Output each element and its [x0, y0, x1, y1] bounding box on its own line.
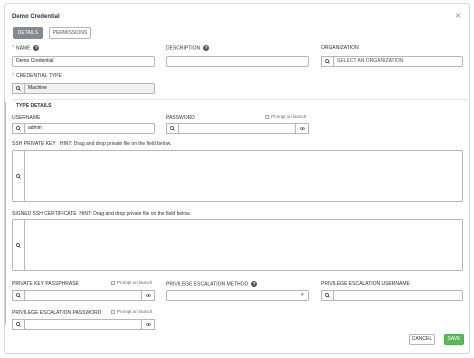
search-icon — [16, 173, 21, 179]
description-input[interactable] — [166, 56, 309, 67]
password-input[interactable] — [178, 123, 296, 134]
show-password-button[interactable] — [295, 123, 309, 134]
tab-permissions[interactable]: PERMISSIONS — [49, 27, 91, 39]
type-details-heading: TYPE DETAILS — [16, 103, 52, 109]
signed-ssh-certificate-label: SIGNED SSH CERTIFICATE HINT: Drag and dr… — [12, 211, 191, 217]
privilege-escalation-username-input[interactable] — [333, 290, 463, 301]
checkbox[interactable] — [265, 114, 269, 119]
organization-input[interactable]: SELECT AN ORGANIZATION — [333, 56, 463, 67]
credential-type-label: * CREDENTIAL TYPE — [12, 73, 62, 79]
search-icon — [325, 59, 330, 64]
privilege-escalation-username-label: PRIVILEGE ESCALATION USERNAME — [321, 281, 410, 287]
search-icon — [16, 126, 21, 131]
checkbox[interactable] — [111, 280, 115, 285]
privilege-escalation-password-label: PRIVILEGE ESCALATION PASSWORD — [12, 310, 102, 316]
ssh-private-key-label: SSH PRIVATE KEY HINT: Drag and drop priv… — [12, 141, 172, 147]
search-icon — [16, 293, 21, 298]
scroll-indicator — [5, 102, 6, 324]
escalation-password-input[interactable] — [24, 319, 142, 330]
signed-ssh-certificate-textarea[interactable] — [12, 219, 463, 271]
username-label: USERNAME — [12, 115, 41, 121]
ssh-key-lookup-button[interactable] — [13, 151, 25, 201]
password-prompt-checkbox[interactable]: Prompt on launch — [265, 114, 306, 119]
private-key-passphrase-label: PRIVATE KEY PASSPHRASE — [12, 281, 79, 287]
username-input[interactable]: admin — [24, 123, 155, 134]
required-asterisk: * — [12, 45, 14, 52]
search-icon — [16, 242, 21, 248]
escalation-password-prompt-checkbox[interactable]: Prompt on launch — [111, 309, 152, 314]
divider — [12, 99, 470, 100]
caret-down-icon: ▾ — [301, 292, 304, 298]
privilege-escalation-method-label: PRIVILEGE ESCALATION METHOD? — [166, 281, 258, 288]
password-label: PASSWORD — [166, 115, 195, 121]
passphrase-prompt-checkbox[interactable]: Prompt on launch — [111, 280, 152, 285]
eye-icon — [145, 322, 151, 327]
help-icon[interactable]: ? — [203, 45, 210, 51]
eye-icon — [299, 126, 305, 131]
credential-form-panel: Demo Credential ✕ DETAILS PERMISSIONS * N… — [4, 3, 470, 354]
show-escalation-password-button[interactable] — [141, 319, 155, 330]
privilege-escalation-method-select[interactable] — [166, 290, 309, 301]
save-button[interactable]: SAVE — [444, 334, 464, 345]
passphrase-input[interactable] — [24, 290, 142, 301]
name-label: * NAME? — [12, 45, 40, 52]
search-icon — [16, 86, 21, 91]
eye-icon — [145, 293, 151, 298]
tab-details[interactable]: DETAILS — [13, 27, 43, 39]
description-label: DESCRIPTION? — [166, 45, 210, 52]
required-asterisk: * — [12, 73, 14, 79]
cancel-button[interactable]: CANCEL — [409, 334, 435, 345]
help-icon[interactable]: ? — [251, 281, 258, 287]
close-icon[interactable]: ✕ — [455, 12, 461, 20]
ssh-private-key-textarea[interactable] — [12, 150, 463, 202]
name-input[interactable]: Demo Credential — [12, 56, 155, 67]
search-icon — [325, 293, 330, 298]
search-icon — [170, 126, 175, 131]
page-title: Demo Credential — [12, 14, 60, 20]
help-icon[interactable]: ? — [33, 45, 40, 51]
show-passphrase-button[interactable] — [141, 290, 155, 301]
checkbox[interactable] — [111, 309, 115, 314]
ssh-cert-lookup-button[interactable] — [13, 220, 25, 270]
credential-type-input[interactable]: Machine — [24, 83, 155, 94]
search-icon — [16, 322, 21, 327]
organization-label: ORGANIZATION — [321, 45, 359, 51]
